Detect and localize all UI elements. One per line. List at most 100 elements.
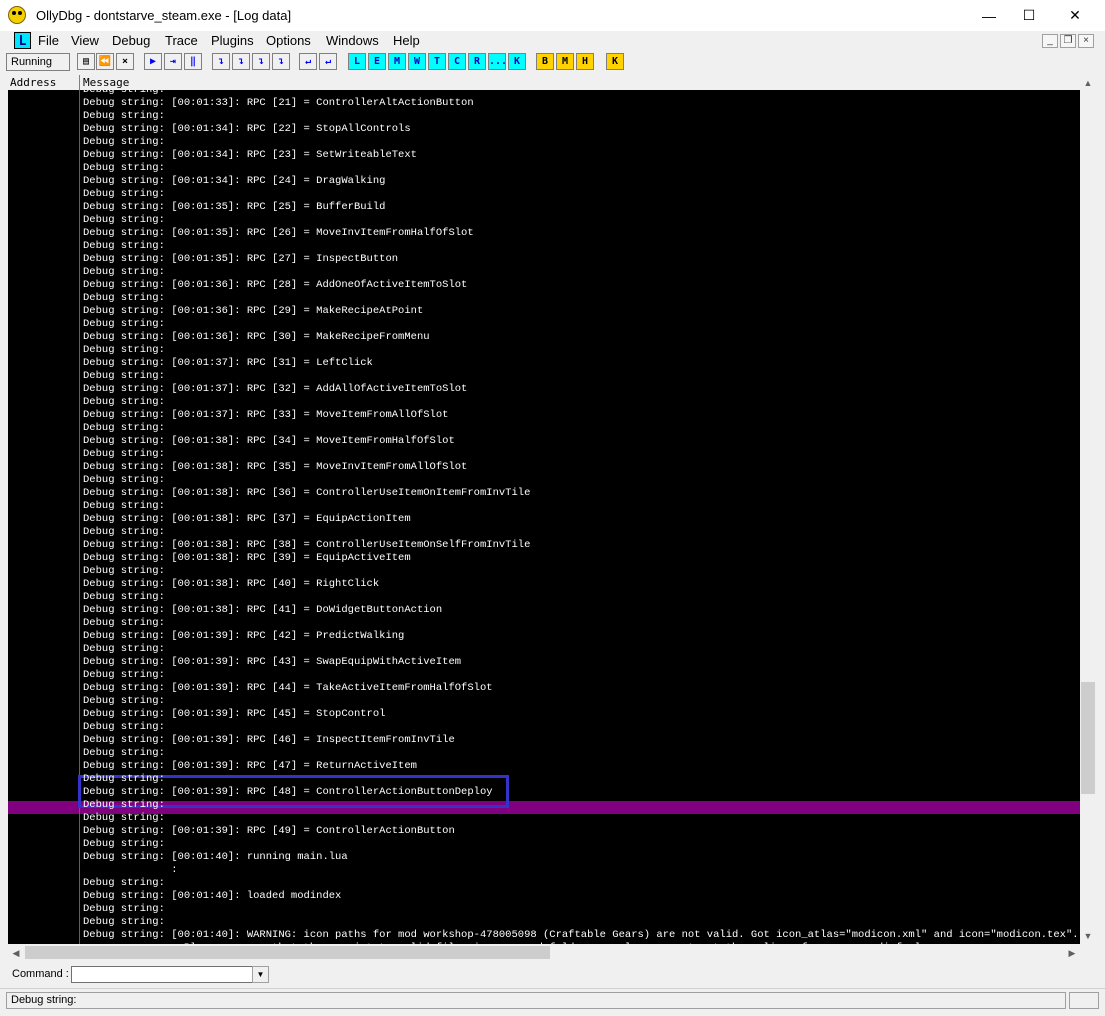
log-line[interactable]: Debug string:: [83, 838, 165, 851]
log-line[interactable]: Debug string: [00:01:39]: RPC [45] = Sto…: [83, 708, 385, 721]
log-pane[interactable]: Debug string: Debug string: [00:01:33]: R…: [8, 90, 1080, 944]
restart-icon[interactable]: ⏪: [96, 53, 114, 70]
mdi-minimize-button[interactable]: _: [1042, 34, 1058, 48]
log-line[interactable]: Debug string:: [83, 526, 165, 539]
log-line[interactable]: Debug string:: [83, 877, 165, 890]
vertical-scroll-thumb[interactable]: [1081, 682, 1095, 794]
scroll-up-icon[interactable]: ▲: [1080, 75, 1096, 91]
log-line[interactable]: Debug string:: [83, 422, 165, 435]
maximize-button[interactable]: ☐: [1006, 0, 1052, 31]
scroll-right-icon[interactable]: ▶: [1064, 945, 1080, 961]
log-line[interactable]: Debug string:: [83, 292, 165, 305]
chevron-down-icon[interactable]: ▼: [252, 966, 269, 983]
log-line[interactable]: Debug string: [00:01:39]: RPC [47] = Ret…: [83, 760, 417, 773]
menu-options[interactable]: Options: [266, 33, 311, 48]
log-line[interactable]: Debug string: [00:01:40]: running main.l…: [83, 851, 348, 864]
log-line[interactable]: Debug string: [00:01:38]: RPC [38] = Con…: [83, 539, 530, 552]
log-line[interactable]: Debug string:: [83, 90, 165, 97]
stack-window-button[interactable]: K: [606, 53, 624, 70]
log-line[interactable]: Debug string:: [83, 903, 165, 916]
close-program-icon[interactable]: ×: [116, 53, 134, 70]
log-window-button[interactable]: L: [348, 53, 366, 70]
log-line[interactable]: :: [83, 864, 177, 877]
vertical-scrollbar[interactable]: ▲ ▼: [1080, 75, 1096, 944]
execute-till-return-icon[interactable]: ↵: [299, 53, 317, 70]
memory-breakpoints-window-button[interactable]: M: [556, 53, 574, 70]
log-line[interactable]: Debug string: [00:01:36]: RPC [29] = Mak…: [83, 305, 423, 318]
log-window-icon[interactable]: L: [14, 32, 31, 49]
hardware-breakpoints-window-button[interactable]: H: [576, 53, 594, 70]
log-line[interactable]: Debug string: [00:01:33]: RPC [21] = Con…: [83, 97, 474, 110]
threads-window-button[interactable]: T: [428, 53, 446, 70]
log-line[interactable]: Debug string:: [83, 136, 165, 149]
log-line[interactable]: Debug string: [00:01:39]: RPC [48] = Con…: [83, 786, 493, 799]
trace-into-icon[interactable]: ↴: [252, 53, 270, 70]
log-line[interactable]: Debug string: [00:01:37]: RPC [33] = Mov…: [83, 409, 448, 422]
command-input[interactable]: [71, 966, 268, 983]
log-line[interactable]: Debug string: [00:01:38]: RPC [40] = Rig…: [83, 578, 379, 591]
log-line[interactable]: Debug string:: [83, 500, 165, 513]
log-line[interactable]: Debug string:: [83, 396, 165, 409]
log-line[interactable]: Debug string: [00:01:39]: RPC [42] = Pre…: [83, 630, 404, 643]
menu-plugins[interactable]: Plugins: [211, 33, 254, 48]
breakpoints-window-button[interactable]: B: [536, 53, 554, 70]
windows-window-button[interactable]: W: [408, 53, 426, 70]
column-address-header[interactable]: Address: [10, 76, 56, 89]
log-line[interactable]: Debug string:: [83, 318, 165, 331]
column-divider[interactable]: [79, 75, 80, 90]
log-line[interactable]: Debug string: [00:01:38]: RPC [37] = Equ…: [83, 513, 411, 526]
log-line[interactable]: Debug string:: [83, 669, 165, 682]
log-line[interactable]: Debug string:: [83, 448, 165, 461]
log-line[interactable]: Debug string:: [83, 643, 165, 656]
log-line[interactable]: Debug string: [00:01:35]: RPC [26] = Mov…: [83, 227, 474, 240]
log-line[interactable]: Debug string: [00:01:34]: RPC [23] = Set…: [83, 149, 417, 162]
log-line[interactable]: Debug string: [00:01:39]: RPC [44] = Tak…: [83, 682, 493, 695]
pause-icon[interactable]: ‖: [184, 53, 202, 70]
horizontal-scroll-thumb[interactable]: [25, 946, 550, 959]
log-line[interactable]: Debug string:: [83, 565, 165, 578]
log-line[interactable]: Debug string:: [83, 617, 165, 630]
log-line[interactable]: Debug string: [00:01:40]: loaded modinde…: [83, 890, 341, 903]
open-icon[interactable]: ▤: [77, 53, 95, 70]
log-line[interactable]: Debug string:: [83, 110, 165, 123]
execute-till-user-code-icon[interactable]: ↵: [319, 53, 337, 70]
log-line[interactable]: Debug string: [00:01:34]: RPC [24] = Dra…: [83, 175, 385, 188]
close-button[interactable]: ✕: [1052, 0, 1098, 31]
menu-help[interactable]: Help: [393, 33, 420, 48]
memory-window-button[interactable]: M: [388, 53, 406, 70]
log-line[interactable]: Debug string:: [83, 916, 165, 929]
log-line[interactable]: Debug string:: [83, 266, 165, 279]
log-line[interactable]: Debug string: [00:01:38]: RPC [36] = Con…: [83, 487, 530, 500]
column-message-header[interactable]: Message: [83, 76, 129, 89]
step-into-icon[interactable]: ↴: [212, 53, 230, 70]
log-line[interactable]: Debug string: [00:01:38]: RPC [34] = Mov…: [83, 435, 455, 448]
log-line[interactable]: Debug string:: [83, 812, 165, 825]
log-line[interactable]: Debug string: [00:01:38]: RPC [39] = Equ…: [83, 552, 411, 565]
trace-over-icon[interactable]: ↴: [272, 53, 290, 70]
log-line[interactable]: Debug string:: [83, 214, 165, 227]
log-line[interactable]: Debug string: [00:01:35]: RPC [27] = Ins…: [83, 253, 398, 266]
modules-window-button[interactable]: E: [368, 53, 386, 70]
log-line[interactable]: Debug string:: [83, 695, 165, 708]
log-line[interactable]: Debug string:: [83, 721, 165, 734]
log-line[interactable]: Debug string: [00:01:34]: RPC [22] = Sto…: [83, 123, 411, 136]
menu-view[interactable]: View: [71, 33, 99, 48]
run-icon[interactable]: ▶: [144, 53, 162, 70]
menu-debug[interactable]: Debug: [112, 33, 150, 48]
log-line[interactable]: Debug string:: [83, 188, 165, 201]
log-line[interactable]: Debug string:: [83, 474, 165, 487]
log-line[interactable]: Debug string:: [83, 370, 165, 383]
mdi-restore-button[interactable]: ❐: [1060, 34, 1076, 48]
menu-file[interactable]: File: [38, 33, 59, 48]
log-line[interactable]: Debug string: [00:01:39]: RPC [43] = Swa…: [83, 656, 461, 669]
log-line[interactable]: Debug string:: [83, 773, 165, 786]
log-line[interactable]: Debug string: [00:01:37]: RPC [32] = Add…: [83, 383, 467, 396]
log-line[interactable]: Debug string: [00:01:38]: RPC [41] = DoW…: [83, 604, 442, 617]
log-line[interactable]: Debug string:: [83, 747, 165, 760]
run-trace-window-button[interactable]: ...: [488, 53, 506, 70]
call-stack-window-button[interactable]: K: [508, 53, 526, 70]
log-line[interactable]: Debug string:: [83, 240, 165, 253]
scroll-left-icon[interactable]: ◀: [8, 945, 24, 961]
log-line[interactable]: Debug string:: [83, 162, 165, 175]
log-line[interactable]: Debug string: [00:01:39]: RPC [49] = Con…: [83, 825, 455, 838]
